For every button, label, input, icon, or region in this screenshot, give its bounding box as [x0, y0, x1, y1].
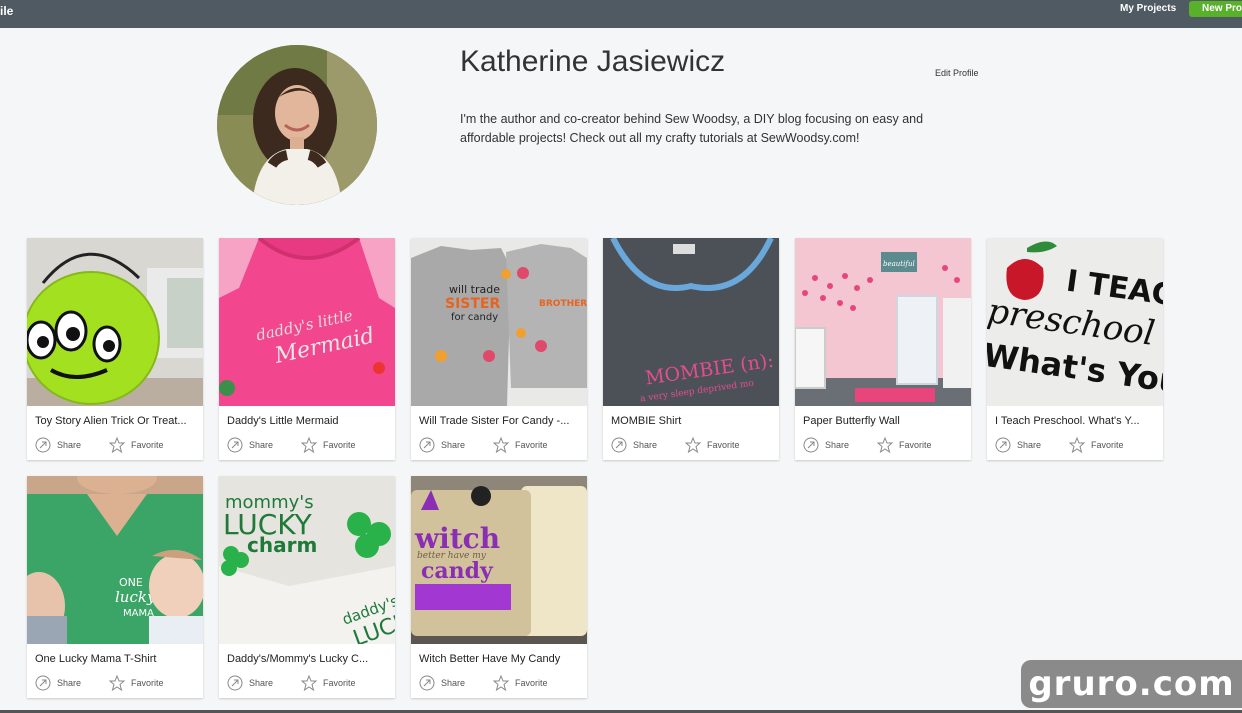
profile-avatar [217, 45, 377, 205]
favorite-button[interactable]: Favorite [685, 437, 740, 453]
favorite-label: Favorite [899, 440, 932, 450]
share-button[interactable]: Share [419, 437, 465, 453]
share-button[interactable]: Share [611, 437, 657, 453]
share-icon [227, 437, 243, 453]
favorite-button[interactable]: Favorite [493, 675, 548, 691]
favorite-button[interactable]: Favorite [301, 675, 356, 691]
star-icon [301, 437, 317, 453]
favorite-label: Favorite [515, 440, 548, 450]
project-thumbnail[interactable]: mommy's LUCKY charm daddy's LUCK [219, 476, 395, 644]
project-card[interactable]: I TEACH preschool What's Your I Teach Pr… [987, 238, 1163, 460]
project-thumbnail[interactable]: MOMBIE (n): a very sleep deprived mo [603, 238, 779, 406]
project-card[interactable]: daddy's little Mermaid Daddy's Little Me… [219, 238, 395, 460]
share-label: Share [633, 440, 658, 450]
share-icon [803, 437, 819, 453]
star-icon [493, 437, 509, 453]
share-button[interactable]: Share [995, 437, 1041, 453]
favorite-button[interactable]: Favorite [877, 437, 932, 453]
share-label: Share [825, 440, 850, 450]
favorite-label: Favorite [1091, 440, 1124, 450]
share-label: Share [441, 678, 466, 688]
top-bar: ile My Projects New Pro [0, 0, 1242, 28]
star-icon [109, 437, 125, 453]
project-card[interactable]: Toy Story Alien Trick Or Treat... Share … [27, 238, 203, 460]
share-icon [227, 675, 243, 691]
star-icon [109, 675, 125, 691]
share-label: Share [249, 678, 274, 688]
favorite-button[interactable]: Favorite [301, 437, 356, 453]
share-label: Share [1017, 440, 1042, 450]
star-icon [1069, 437, 1085, 453]
project-title[interactable]: MOMBIE Shirt [611, 415, 773, 427]
watermark: gruro.com [1021, 660, 1242, 708]
share-button[interactable]: Share [35, 675, 81, 691]
image-text: charm [247, 533, 317, 557]
share-button[interactable]: Share [227, 675, 273, 691]
share-icon [419, 675, 435, 691]
image-text: candy [421, 558, 494, 584]
project-title[interactable]: Paper Butterfly Wall [803, 415, 965, 427]
favorite-label: Favorite [323, 440, 356, 450]
project-title[interactable]: Witch Better Have My Candy [419, 653, 581, 665]
image-text: for candy [451, 312, 498, 323]
project-card[interactable]: ONE lucky MAMA One Lucky Mama T-Shirt Sh… [27, 476, 203, 698]
share-button[interactable]: Share [227, 437, 273, 453]
star-icon [301, 675, 317, 691]
share-label: Share [57, 678, 82, 688]
star-icon [877, 437, 893, 453]
favorite-label: Favorite [515, 678, 548, 688]
my-projects-link[interactable]: My Projects [1120, 3, 1176, 14]
share-label: Share [57, 440, 82, 450]
project-card[interactable]: will trade SISTER for candy BROTHER Will… [411, 238, 587, 460]
share-icon [611, 437, 627, 453]
project-card[interactable]: witch better have my candy Witch Better … [411, 476, 587, 698]
image-text: SISTER [445, 296, 500, 312]
share-icon [35, 675, 51, 691]
project-thumbnail[interactable]: beautiful [795, 238, 971, 406]
project-title[interactable]: Toy Story Alien Trick Or Treat... [35, 415, 197, 427]
project-card[interactable]: mommy's LUCKY charm daddy's LUCK Daddy's… [219, 476, 395, 698]
app-title-fragment: ile [0, 4, 14, 18]
share-icon [995, 437, 1011, 453]
project-thumbnail[interactable]: daddy's little Mermaid [219, 238, 395, 406]
image-text: will trade [449, 283, 500, 296]
image-text: BROTHER [539, 299, 587, 309]
favorite-label: Favorite [131, 440, 164, 450]
share-icon [35, 437, 51, 453]
star-icon [685, 437, 701, 453]
favorite-button[interactable]: Favorite [493, 437, 548, 453]
favorite-button[interactable]: Favorite [109, 675, 164, 691]
favorite-label: Favorite [323, 678, 356, 688]
share-icon [419, 437, 435, 453]
project-thumbnail[interactable]: ONE lucky MAMA [27, 476, 203, 644]
image-text: beautiful [883, 260, 915, 268]
profile-name: Katherine Jasiewicz [460, 45, 726, 78]
project-thumbnail[interactable]: I TEACH preschool What's Your [987, 238, 1163, 406]
project-title[interactable]: Daddy's/Mommy's Lucky C... [227, 653, 389, 665]
favorite-button[interactable]: Favorite [109, 437, 164, 453]
share-label: Share [249, 440, 274, 450]
project-thumbnail[interactable]: will trade SISTER for candy BROTHER [411, 238, 587, 406]
new-project-button[interactable]: New Pro [1189, 1, 1242, 17]
share-button[interactable]: Share [35, 437, 81, 453]
project-title[interactable]: Daddy's Little Mermaid [227, 415, 389, 427]
project-title[interactable]: Will Trade Sister For Candy -... [419, 415, 581, 427]
project-card[interactable]: MOMBIE (n): a very sleep deprived mo MOM… [603, 238, 779, 460]
share-label: Share [441, 440, 466, 450]
profile-bio: I'm the author and co-creator behind Sew… [460, 110, 960, 148]
bio-line: affordable projects! Check out all my cr… [460, 131, 860, 145]
favorite-label: Favorite [707, 440, 740, 450]
edit-profile-link[interactable]: Edit Profile [935, 68, 979, 78]
project-card[interactable]: beautiful Paper Butterfly Wall Share Fav… [795, 238, 971, 460]
project-thumbnail[interactable]: witch better have my candy [411, 476, 587, 644]
project-thumbnail[interactable] [27, 238, 203, 406]
bio-line: I'm the author and co-creator behind Sew… [460, 112, 924, 126]
star-icon [493, 675, 509, 691]
share-button[interactable]: Share [803, 437, 849, 453]
project-title[interactable]: One Lucky Mama T-Shirt [35, 653, 197, 665]
favorite-label: Favorite [131, 678, 164, 688]
project-title[interactable]: I Teach Preschool. What's Y... [995, 415, 1157, 427]
favorite-button[interactable]: Favorite [1069, 437, 1124, 453]
share-button[interactable]: Share [419, 675, 465, 691]
